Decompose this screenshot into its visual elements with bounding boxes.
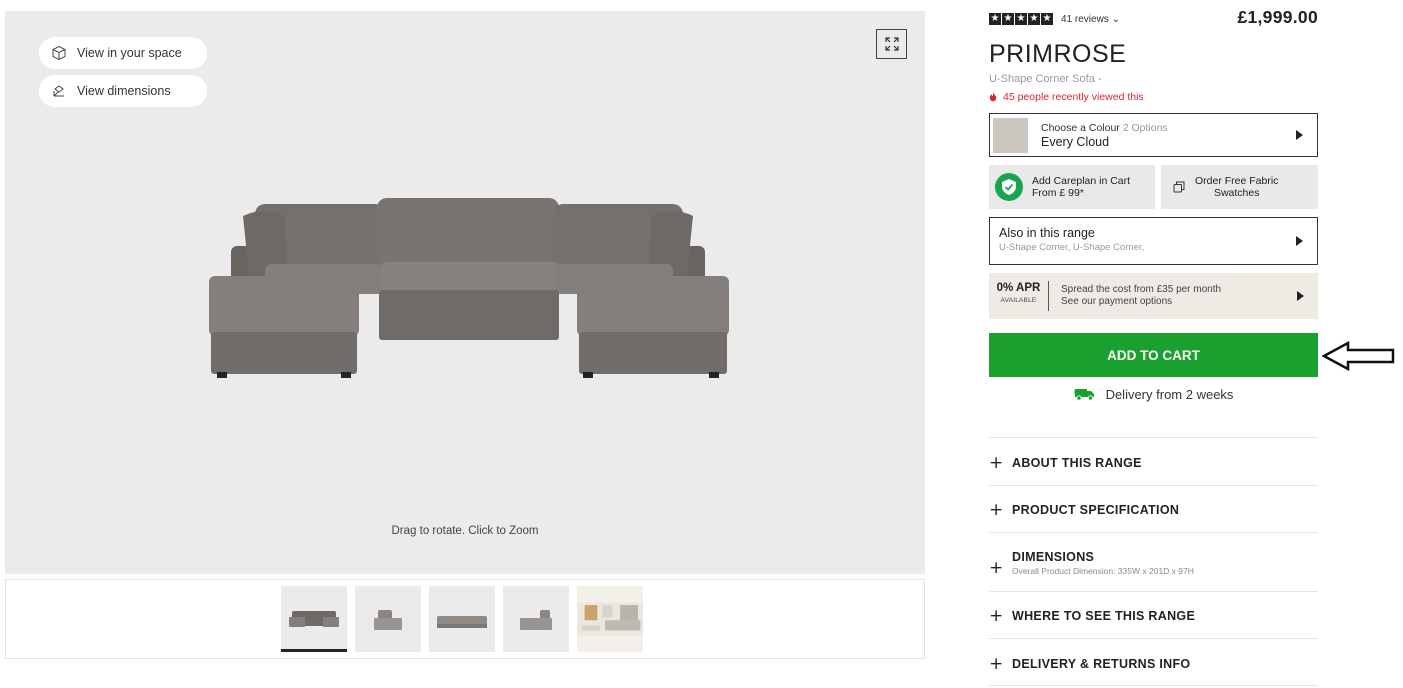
thumb-sofa-front-image — [289, 610, 339, 627]
copy-icon — [1173, 181, 1185, 193]
star-icon: ★ — [1028, 13, 1040, 25]
plus-icon: + — [989, 558, 1004, 578]
thumb-sofa-side-image — [374, 610, 402, 630]
add-to-cart-button[interactable]: ADD TO CART — [989, 333, 1318, 377]
view-in-space-button[interactable]: View in your space — [39, 37, 207, 69]
apr-label: 0% APR — [996, 282, 1041, 294]
product-viewer[interactable]: View in your space View dimensions Drag … — [5, 11, 925, 574]
accordion-title: WHERE TO SEE THIS RANGE — [1012, 609, 1196, 623]
shield-check-icon — [995, 173, 1023, 201]
product-price: £1,999.00 — [1237, 7, 1318, 27]
colour-selector[interactable]: Choose a Colour 2 Options Every Cloud — [989, 113, 1318, 157]
thumb-room-view[interactable] — [577, 586, 643, 652]
plus-icon: + — [989, 500, 1004, 520]
plus-icon: + — [989, 654, 1004, 674]
dimensions-summary: Overall Product Dimension: 335W x 201D x… — [1012, 566, 1194, 576]
expand-button[interactable] — [876, 29, 907, 59]
thumb-angle-view[interactable] — [503, 586, 569, 652]
accordion-title: DELIVERY & RETURNS INFO — [1012, 657, 1191, 671]
apr-badge: 0% APR AVAILABLE — [989, 281, 1049, 311]
star-icon: ★ — [1002, 13, 1014, 25]
thumb-room-image — [577, 602, 643, 636]
plus-icon: + — [989, 606, 1004, 626]
star-icon: ★ — [1041, 13, 1053, 25]
careplan-button[interactable]: Add Careplan in Cart From £ 99* — [989, 165, 1155, 209]
accordion-title: PRODUCT SPECIFICATION — [1012, 503, 1180, 517]
accordion-where-to-see[interactable]: + WHERE TO SEE THIS RANGE — [989, 591, 1318, 638]
swatches-line2: Swatches — [1213, 187, 1260, 199]
rating-row: ★ ★ ★ ★ ★ 41 reviews ⌄ £1,999.00 — [989, 7, 1318, 27]
colour-label: Choose a Colour — [1041, 121, 1120, 134]
colour-swatch — [993, 117, 1028, 153]
thumb-sofa-angle-image — [520, 610, 552, 630]
sofa-image[interactable] — [203, 186, 731, 381]
accordion-delivery-returns[interactable]: + DELIVERY & RETURNS INFO — [989, 638, 1318, 686]
view-dimensions-label: View dimensions — [77, 84, 171, 98]
order-swatches-button[interactable]: Order Free Fabric Swatches — [1161, 165, 1318, 209]
chevron-right-icon — [1297, 291, 1304, 301]
chevron-right-icon — [1296, 236, 1303, 246]
finance-line1: Spread the cost from £35 per month — [1061, 284, 1222, 295]
product-title: PRIMROSE — [989, 40, 1127, 68]
delivery-info: Delivery from 2 weeks — [989, 385, 1318, 403]
reviews-link[interactable]: 41 reviews ⌄ — [1061, 14, 1120, 25]
chevron-right-icon — [1296, 130, 1303, 140]
careplan-line1: Add Careplan in Cart — [1032, 174, 1131, 187]
recently-viewed-notice: 45 people recently viewed this — [989, 91, 1144, 103]
recently-viewed-text: 45 people recently viewed this — [1003, 91, 1144, 103]
viewer-hint: Drag to rotate. Click to Zoom — [391, 525, 539, 537]
range-subtitle: U-Shape Corner, U-Shape Corner, — [999, 242, 1145, 253]
rating-stars: ★ ★ ★ ★ ★ — [989, 13, 1053, 25]
accordion-about-range[interactable]: + ABOUT THIS RANGE — [989, 437, 1318, 485]
truck-icon — [1073, 389, 1094, 401]
accordion-title: DIMENSIONS — [1012, 550, 1095, 564]
expand-icon — [884, 37, 899, 51]
plus-icon: + — [989, 453, 1004, 473]
thumb-sofa-back-image — [437, 616, 487, 628]
thumb-back-view[interactable] — [429, 586, 495, 652]
thumb-side-view[interactable] — [355, 586, 421, 652]
colour-options-count: 2 Options — [1122, 121, 1168, 134]
cube-icon — [52, 45, 66, 61]
view-in-space-label: View in your space — [77, 46, 182, 60]
dimensions-icon — [53, 85, 64, 97]
range-title: Also in this range — [999, 226, 1095, 240]
accordion-product-specification[interactable]: + PRODUCT SPECIFICATION — [989, 485, 1318, 532]
also-in-range-selector[interactable]: Also in this range U-Shape Corner, U-Sha… — [989, 217, 1318, 265]
thumbnail-strip — [5, 579, 925, 659]
finance-banner[interactable]: 0% APR AVAILABLE Spread the cost from £3… — [989, 273, 1318, 319]
star-icon: ★ — [989, 13, 1001, 25]
finance-line2: See our payment options — [1061, 296, 1173, 307]
careplan-line2: From £ 99* — [1032, 187, 1084, 199]
star-icon: ★ — [1015, 13, 1027, 25]
swatches-line1: Order Free Fabric — [1195, 174, 1279, 187]
thumb-front-view[interactable] — [281, 586, 347, 652]
accordion-title: ABOUT THIS RANGE — [1012, 456, 1142, 470]
colour-value: Every Cloud — [1041, 134, 1110, 149]
apr-available: AVAILABLE — [1000, 297, 1037, 304]
flame-icon — [989, 92, 997, 102]
colour-label-row: Choose a Colour 2 Options — [1041, 122, 1168, 134]
view-dimensions-button[interactable]: View dimensions — [39, 75, 207, 107]
accordion-dimensions[interactable]: + DIMENSIONS Overall Product Dimension: … — [989, 532, 1318, 591]
arrow-left-outline-icon — [1322, 341, 1395, 371]
delivery-text: Delivery from 2 weeks — [1105, 386, 1234, 402]
product-subtitle: U-Shape Corner Sofa - — [989, 73, 1102, 85]
